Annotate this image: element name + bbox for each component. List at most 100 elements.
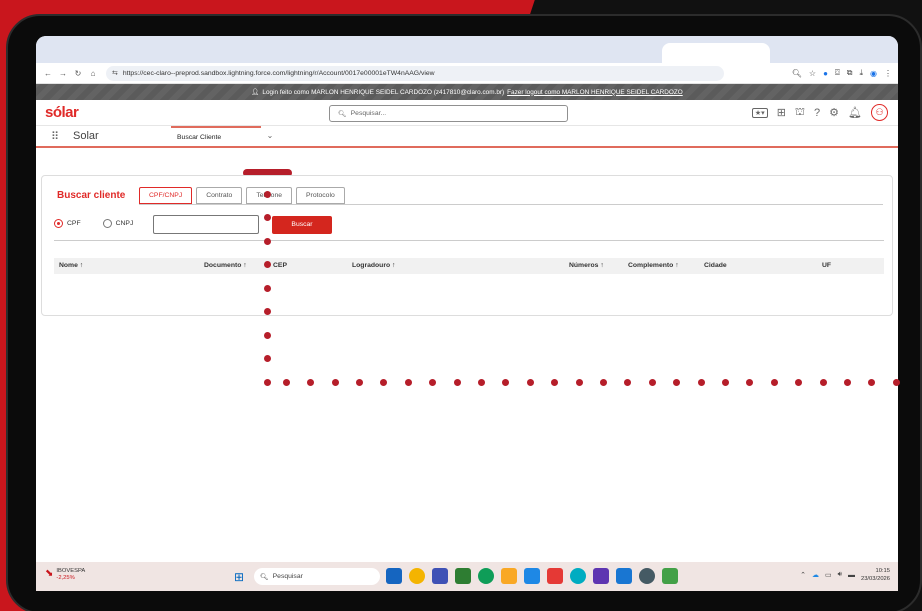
excel-icon[interactable] xyxy=(662,568,678,584)
guide-dot xyxy=(575,378,583,386)
search-type-tabs: CPF/CNPJ Contrato Telefone Protocolo xyxy=(139,187,349,204)
taskbar-search[interactable]: 🔍︎ Pesquisar xyxy=(254,568,380,585)
taskbar-search-placeholder: Pesquisar xyxy=(272,573,303,580)
teams-icon[interactable] xyxy=(432,568,448,584)
webex-icon[interactable] xyxy=(524,568,540,584)
solar-logo[interactable]: sólar xyxy=(45,104,79,121)
tab-contrato[interactable]: Contrato xyxy=(196,187,243,204)
paint-icon[interactable] xyxy=(547,568,563,584)
results-table-header: Nome ↑ Documento ↑ CEP Logradouro ↑ Núme… xyxy=(54,258,884,274)
ticker-change: -2,25% xyxy=(56,575,75,581)
tab-protocolo[interactable]: Protocolo xyxy=(296,187,345,204)
col-documento[interactable]: Documento ↑ xyxy=(204,262,247,269)
camera-icon[interactable]: ⌼ xyxy=(835,68,840,78)
forward-icon[interactable]: → xyxy=(57,69,69,78)
guide-dot xyxy=(819,378,827,386)
chevron-down-icon[interactable]: ⌄ xyxy=(261,126,279,146)
guide-dot xyxy=(429,378,437,386)
document-type-radios: CPF CNPJ xyxy=(54,219,133,228)
browser-tabstrip xyxy=(36,36,898,63)
bookmark-star-icon[interactable]: ☆ xyxy=(809,69,816,78)
profile-icon[interactable]: ◉ xyxy=(870,69,877,78)
col-cep[interactable]: CEP xyxy=(273,262,287,269)
clock[interactable]: 10:15 23/03/2026 xyxy=(861,567,890,583)
browser-toolbar: ← → ↻ ⌂ ⇆ https://cec-claro--preprod.san… xyxy=(36,63,898,84)
guide-dot xyxy=(263,237,271,245)
buscar-button[interactable]: Buscar xyxy=(272,216,332,234)
browser-active-tab[interactable] xyxy=(662,43,770,63)
guide-dot xyxy=(673,378,681,386)
app-launcher-icon[interactable]: ⠿ xyxy=(51,130,65,143)
chart-down-icon: ⬊ xyxy=(45,568,54,579)
extension-icon[interactable]: ● xyxy=(823,69,828,78)
outlook-icon[interactable] xyxy=(386,568,402,584)
logout-link[interactable]: Fazer logout como MARLON HENRIQUE SEIDEL… xyxy=(507,89,683,96)
guide-dot xyxy=(307,378,315,386)
screen: ← → ↻ ⌂ ⇆ https://cec-claro--preprod.san… xyxy=(36,36,898,591)
file-explorer-icon[interactable] xyxy=(501,568,517,584)
home-icon[interactable]: ⌂ xyxy=(87,69,99,78)
col-complemento[interactable]: Complemento ↑ xyxy=(628,262,679,269)
col-uf: UF xyxy=(822,262,832,269)
header-icons: ★▾ ⊞ ⛫ ? ⚙ 🔔︎ ⚇ xyxy=(751,104,888,121)
calendar-icon[interactable] xyxy=(455,568,471,584)
guide-dot xyxy=(868,378,876,386)
chrome-icon[interactable] xyxy=(409,568,425,584)
url-bar[interactable]: ⇆ https://cec-claro--preprod.sandbox.lig… xyxy=(106,65,724,81)
copilot-icon[interactable] xyxy=(570,568,586,584)
windows-start-icon[interactable]: ⊞ xyxy=(234,570,248,584)
notifications-bell-icon[interactable]: 🔔︎ xyxy=(848,106,862,119)
search-icon: 🔍︎ xyxy=(260,573,269,581)
global-actions-icon[interactable]: ⊞ xyxy=(777,106,786,119)
display-icon[interactable]: ▭ xyxy=(825,571,832,579)
guide-dot xyxy=(356,378,363,386)
guide-dot xyxy=(551,378,559,386)
global-search-input[interactable]: 🔍︎ Pesquisar... xyxy=(329,105,568,122)
reload-icon[interactable]: ↻ xyxy=(72,69,84,78)
settings-app-icon[interactable] xyxy=(593,568,609,584)
download-icon[interactable]: ⤓ xyxy=(859,68,863,78)
chevron-up-icon[interactable]: ⌃ xyxy=(800,571,806,579)
guide-dot xyxy=(263,214,271,221)
col-nome[interactable]: Nome ↑ xyxy=(59,262,83,269)
favorites-icon[interactable]: ★▾ xyxy=(751,107,768,118)
menu-dots-icon[interactable]: ⋮ xyxy=(884,69,892,78)
app-name: Solar xyxy=(73,130,99,142)
col-logradouro[interactable]: Logradouro ↑ xyxy=(352,262,395,269)
avatar-icon[interactable]: ⚇ xyxy=(871,104,888,121)
tab-cpf-cnpj[interactable]: CPF/CNPJ xyxy=(139,187,193,204)
setup-gear-icon[interactable]: ⚙ xyxy=(829,106,839,119)
zoom-icon[interactable]: 🔍︎ xyxy=(792,69,802,78)
guide-dot xyxy=(380,378,388,386)
help-icon[interactable]: ? xyxy=(814,107,820,119)
document-input[interactable] xyxy=(153,215,259,234)
search-app-icon[interactable] xyxy=(639,568,655,584)
system-tray: ⌃ ☁ ▭ 🔊︎ ▬ 10:15 23/03/2026 xyxy=(800,567,890,583)
radio-cpf[interactable] xyxy=(54,219,63,228)
notepad-icon[interactable] xyxy=(616,568,632,584)
radio-cnpj-label: CNPJ xyxy=(115,220,134,227)
ticker-name: IBOVESPA xyxy=(56,568,86,574)
battery-icon[interactable]: ▬ xyxy=(848,572,855,579)
url-text[interactable]: https://cec-claro--preprod.sandbox.light… xyxy=(123,70,718,77)
ticker-widget[interactable]: ⬊ IBOVESPA -2,25% xyxy=(45,568,85,581)
guide-dot xyxy=(502,378,510,386)
guide-dot xyxy=(648,378,656,386)
guide-dot xyxy=(263,284,271,292)
volume-icon[interactable]: 🔊︎ xyxy=(838,571,842,579)
radio-cnpj[interactable] xyxy=(102,219,112,228)
col-numeros[interactable]: Números ↑ xyxy=(569,262,604,269)
tab-buscar-cliente[interactable]: Buscar Cliente xyxy=(171,126,261,146)
guide-dot xyxy=(770,378,778,386)
app-navigation: ⠿ Solar Buscar Cliente ⌄ xyxy=(36,126,898,148)
onedrive-icon[interactable]: ☁ xyxy=(812,571,819,579)
edge-icon[interactable] xyxy=(478,568,494,584)
extensions-puzzle-icon[interactable]: ⧉ xyxy=(847,68,853,78)
site-info-icon[interactable]: ⇆ xyxy=(112,69,118,77)
guide-dot xyxy=(478,378,485,386)
trailhead-icon[interactable]: ⛫ xyxy=(795,106,805,120)
back-icon[interactable]: ← xyxy=(42,69,54,78)
tabs-divider xyxy=(139,204,883,205)
guide-dot xyxy=(263,261,271,268)
guide-dot xyxy=(892,378,900,386)
